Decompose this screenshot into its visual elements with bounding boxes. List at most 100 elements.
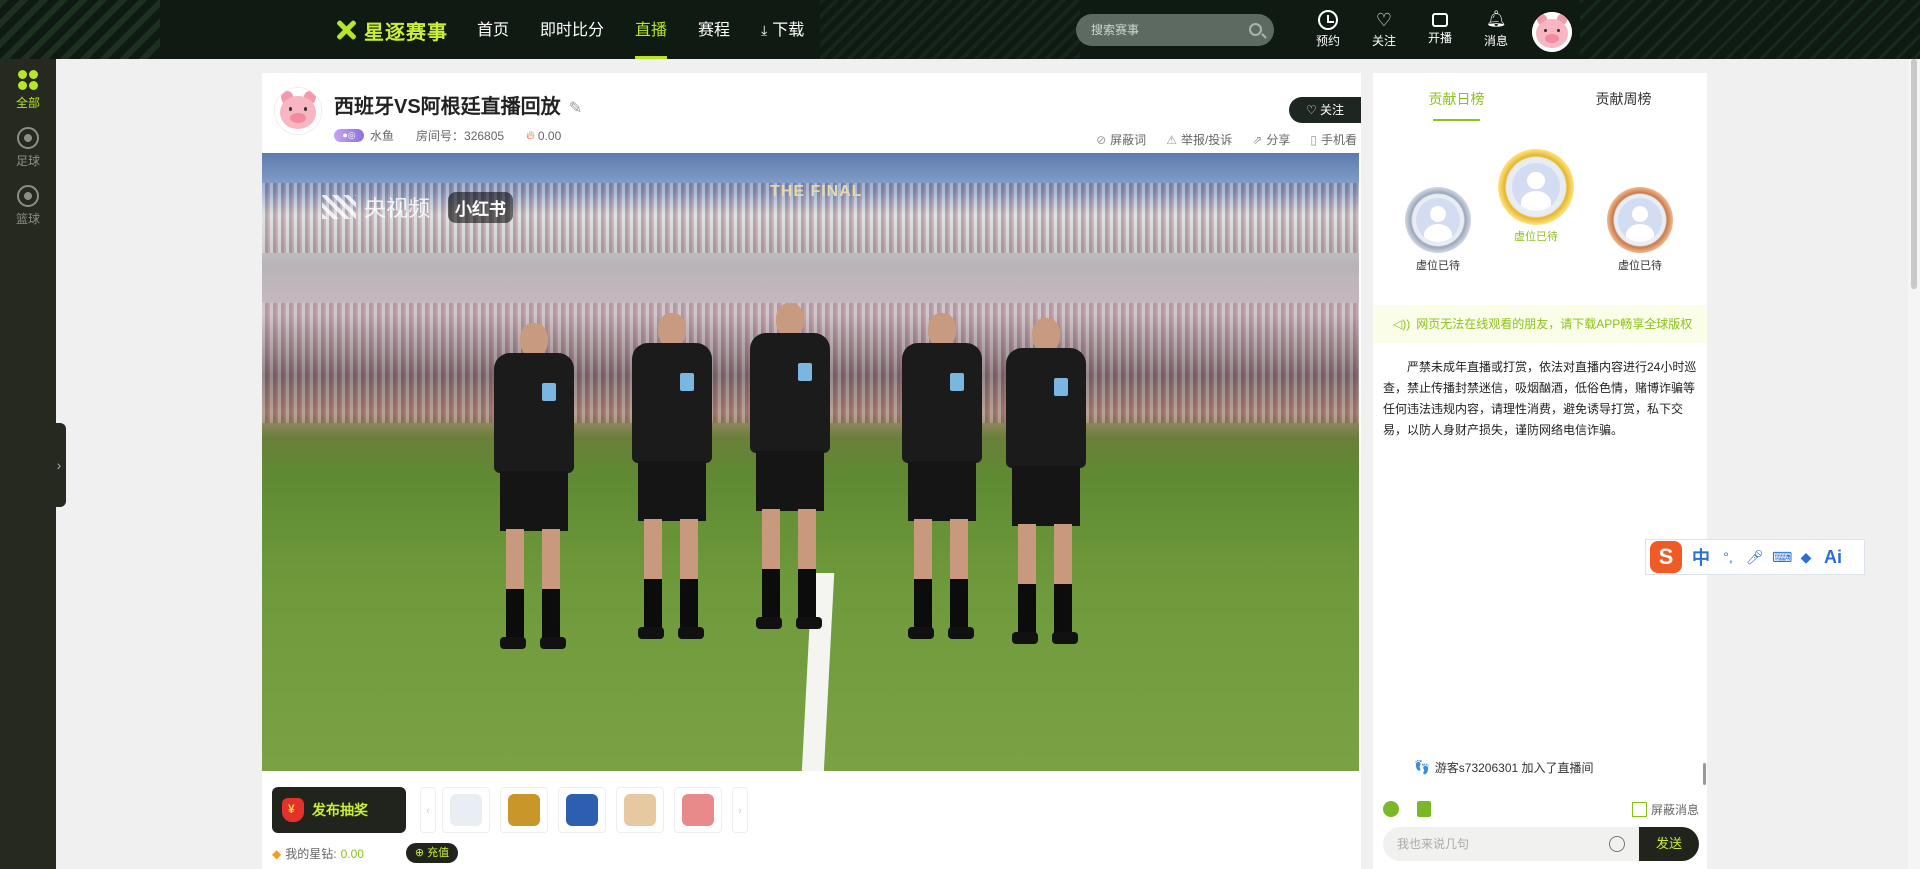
pig-avatar-icon	[275, 88, 321, 134]
block-messages-checkbox[interactable]: 屏蔽消息	[1631, 801, 1699, 818]
cctv-logo-icon	[322, 195, 356, 219]
scrollbar-thumb[interactable]	[1911, 59, 1917, 289]
tab-weekly-rank[interactable]: 贡献周榜	[1540, 73, 1707, 123]
anchor-name: 水鱼	[370, 129, 395, 143]
gift-item[interactable]	[616, 787, 664, 833]
nav-item-live-score[interactable]: 即时比分	[540, 0, 604, 59]
gift-item[interactable]	[442, 787, 490, 833]
publish-lottery-button[interactable]: 发布抽奖	[272, 787, 406, 833]
user-avatar[interactable]	[1532, 12, 1572, 52]
sidebar-item-all[interactable]: 全部	[0, 59, 56, 117]
rank-medal-bronze: 虚位已待	[1605, 187, 1675, 273]
gift-bar: 发布抽奖 ‹ › ◆ 我的星钻: 0.00 ⊕ 充值	[262, 771, 1359, 869]
keyboard-icon[interactable]: ⌨	[1772, 549, 1792, 565]
nav-decoration	[0, 0, 160, 59]
messages-label: 消息	[1483, 34, 1508, 48]
recharge-label: 充值	[427, 847, 450, 859]
start-broadcast-button[interactable]: 开播	[1412, 10, 1468, 49]
follow-nav-button[interactable]: ♡ 关注	[1356, 10, 1412, 49]
wallet-value: 0.00	[340, 846, 364, 861]
chat-bubble-icon[interactable]	[1383, 801, 1399, 817]
share-icon: ⇗	[1252, 133, 1263, 147]
block-words-button[interactable]: ⊘ 屏蔽词	[1096, 131, 1146, 148]
video-watermark: 央视频 小红书	[322, 191, 514, 223]
room-title: 西班牙VS阿根廷直播回放 ✎	[334, 90, 582, 119]
card-gift-icon	[508, 794, 540, 826]
nav-item-live[interactable]: 直播	[635, 0, 668, 59]
nav-item-schedule[interactable]: 赛程	[698, 0, 730, 59]
nav-item-download[interactable]: ⤓ 下载	[761, 0, 804, 59]
logo-text: 星逐赛事	[364, 21, 448, 44]
gift-item[interactable]	[558, 787, 606, 833]
player-gift-icon	[682, 794, 714, 826]
fire-icon: 🔥︎	[526, 128, 535, 142]
emoji-icon[interactable]	[1609, 836, 1625, 852]
top-actions: 预约 ♡ 关注 开播 🔔︎ 消息	[1300, 10, 1524, 49]
chat-scrollbar[interactable]	[1703, 763, 1706, 785]
reserve-button[interactable]: 预约	[1300, 10, 1356, 49]
referee-figure	[1002, 318, 1088, 648]
chat-tools: 屏蔽消息	[1383, 799, 1699, 821]
room-tools: ⊘ 屏蔽词 ⚠ 举报/投诉 ⇗ 分享 ▯ 手机看	[1096, 131, 1361, 148]
diamond-icon: ◆	[272, 846, 282, 861]
ticket-gift-icon	[566, 794, 598, 826]
edit-icon[interactable]: ✎	[569, 98, 582, 118]
sidebar-item-football[interactable]: 足球	[0, 117, 56, 175]
anchor-avatar[interactable]	[274, 87, 322, 135]
follow-button[interactable]: ♡ 关注	[1289, 97, 1361, 123]
report-button[interactable]: ⚠ 举报/投诉	[1166, 131, 1232, 148]
ime-mode-toggle[interactable]: 中	[1692, 544, 1710, 570]
gift-prev-button[interactable]: ‹	[420, 787, 436, 833]
trash-icon[interactable]	[1417, 801, 1431, 817]
recharge-button[interactable]: ⊕ 充值	[406, 843, 458, 863]
nav-decoration	[820, 0, 1080, 59]
heart-icon: ♡	[1375, 10, 1393, 30]
search-input[interactable]	[1076, 14, 1246, 46]
medal-label: 虚位已待	[1514, 231, 1558, 243]
bronze-medal-icon	[1607, 187, 1673, 253]
room-number: 326805	[464, 128, 505, 143]
grid-icon	[17, 69, 39, 91]
skin-icon[interactable]: ◆	[1798, 549, 1814, 565]
room-number-label: 房间号：	[416, 129, 465, 143]
level-badge-icon: ●◎	[334, 129, 364, 142]
page-scrollbar[interactable]	[1908, 59, 1920, 869]
gift-item[interactable]	[674, 787, 722, 833]
footprint-icon: 👣︎	[1413, 759, 1431, 775]
tab-daily-rank[interactable]: 贡献日榜	[1373, 73, 1540, 123]
red-packet-icon	[282, 798, 304, 822]
sidebar-item-label: 全部	[15, 96, 40, 110]
sidebar-item-basketball[interactable]: 篮球	[0, 175, 56, 233]
send-button[interactable]: 发送	[1639, 827, 1699, 861]
video-player[interactable]: THE FINAL 央视频 小红书	[262, 153, 1359, 771]
site-logo[interactable]: 星逐赛事	[334, 16, 448, 44]
microphone-icon[interactable]: 🎤︎	[1746, 549, 1764, 565]
gold-medal-icon	[1498, 149, 1574, 225]
share-button[interactable]: ⇗ 分享	[1252, 131, 1290, 148]
top-navbar: 星逐赛事 首页 即时比分 直播 赛程 ⤓下载 预约 ♡ 关注 开播 🔔︎ 消息	[0, 0, 1920, 59]
ime-punctuation-toggle[interactable]: °,	[1720, 549, 1736, 565]
sidebar-toggle[interactable]: ›	[52, 423, 66, 507]
logo-x-icon	[334, 18, 358, 42]
nav-decoration	[1580, 0, 1920, 59]
wallet: ◆ 我的星钻: 0.00	[272, 845, 364, 862]
gift-item[interactable]	[500, 787, 548, 833]
nav-item-home[interactable]: 首页	[477, 0, 509, 59]
sogou-logo-icon[interactable]: S	[1650, 541, 1682, 573]
heat-value: 0.00	[537, 128, 562, 143]
sidebar-item-label: 足球	[15, 154, 40, 168]
referee-figure	[490, 323, 576, 653]
chat-input[interactable]	[1383, 827, 1643, 861]
rank-tabs: 贡献日榜 贡献周榜	[1373, 73, 1707, 123]
search-icon[interactable]	[1249, 23, 1262, 36]
ban-icon: ⊘	[1096, 133, 1107, 147]
live-room: 西班牙VS阿根廷直播回放 ✎ ●◎ 水鱼 房间号： 326805 🔥︎ 0.00 …	[262, 73, 1361, 869]
boot-gift-icon	[624, 794, 656, 826]
watch-on-phone-button[interactable]: ▯ 手机看	[1310, 131, 1357, 148]
follow-nav-label: 关注	[1371, 34, 1396, 48]
messages-button[interactable]: 🔔︎ 消息	[1468, 10, 1524, 49]
speaker-icon: ◁))	[1393, 317, 1411, 331]
download-icon: ⤓	[761, 22, 768, 38]
ime-ai-button[interactable]: Ai	[1824, 547, 1842, 568]
gift-next-button[interactable]: ›	[732, 787, 748, 833]
